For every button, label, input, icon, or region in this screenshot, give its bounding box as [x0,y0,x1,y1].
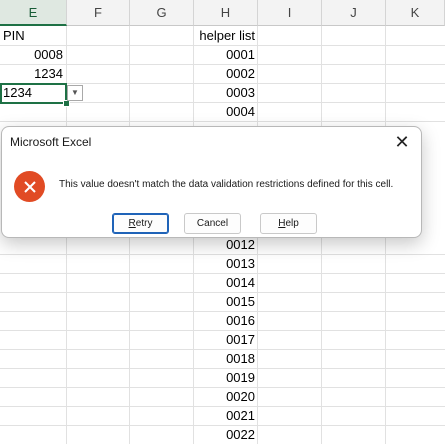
retry-button[interactable]: Retry [112,213,169,234]
helper-list-cell[interactable]: 0020 [194,388,258,406]
helper-list-cell[interactable]: 0004 [194,103,258,121]
chevron-down-icon: ▼ [71,88,79,97]
helper-list-cell[interactable]: 0003 [194,84,258,102]
helper-list-cell[interactable]: 0019 [194,369,258,387]
cancel-label: Cancel [196,218,229,229]
helper-list-cell[interactable]: 0013 [194,255,258,273]
dialog-title: Microsoft Excel [10,135,92,149]
close-icon[interactable]: ✕ [391,131,413,153]
pin-value-cell[interactable]: 1234 [0,65,66,83]
column-header-h[interactable]: H [194,0,258,26]
help-label-rest: elp [285,218,299,229]
helper-list-cell[interactable]: 0021 [194,407,258,425]
column-header-f[interactable]: F [67,0,130,26]
validation-error-dialog[interactable]: Microsoft Excel ✕ This value doesn't mat… [1,126,422,238]
helper-list-cell[interactable]: 0001 [194,46,258,64]
column-header-i[interactable]: I [258,0,322,26]
dialog-message: This value doesn't match the data valida… [59,179,394,190]
gridline [0,121,445,122]
column-header-g[interactable]: G [130,0,194,26]
pin-header-cell[interactable]: PIN [0,27,66,45]
retry-label-rest: etry [135,218,153,229]
validation-dropdown-button[interactable]: ▼ [67,85,83,101]
fill-handle[interactable] [63,100,70,107]
active-cell-selection [0,83,67,104]
error-icon [14,171,45,202]
helper-list-cell[interactable]: 0012 [194,236,258,254]
cancel-button[interactable]: Cancel [184,213,241,234]
pin-value-cell[interactable]: 0008 [0,46,66,64]
retry-accel: R [128,218,136,229]
column-header-k[interactable]: K [386,0,445,26]
helper-list-cell[interactable]: 0022 [194,426,258,444]
helper-list-cell[interactable]: 0015 [194,293,258,311]
helper-header-cell[interactable]: helper list [194,27,258,45]
help-button[interactable]: Help [260,213,317,234]
helper-list-cell[interactable]: 0017 [194,331,258,349]
column-header-j[interactable]: J [322,0,386,26]
column-header-e[interactable]: E [0,0,67,26]
helper-list-cell[interactable]: 0016 [194,312,258,330]
helper-list-cell[interactable]: 0018 [194,350,258,368]
helper-list-cell[interactable]: 0014 [194,274,258,292]
helper-list-cell[interactable]: 0002 [194,65,258,83]
